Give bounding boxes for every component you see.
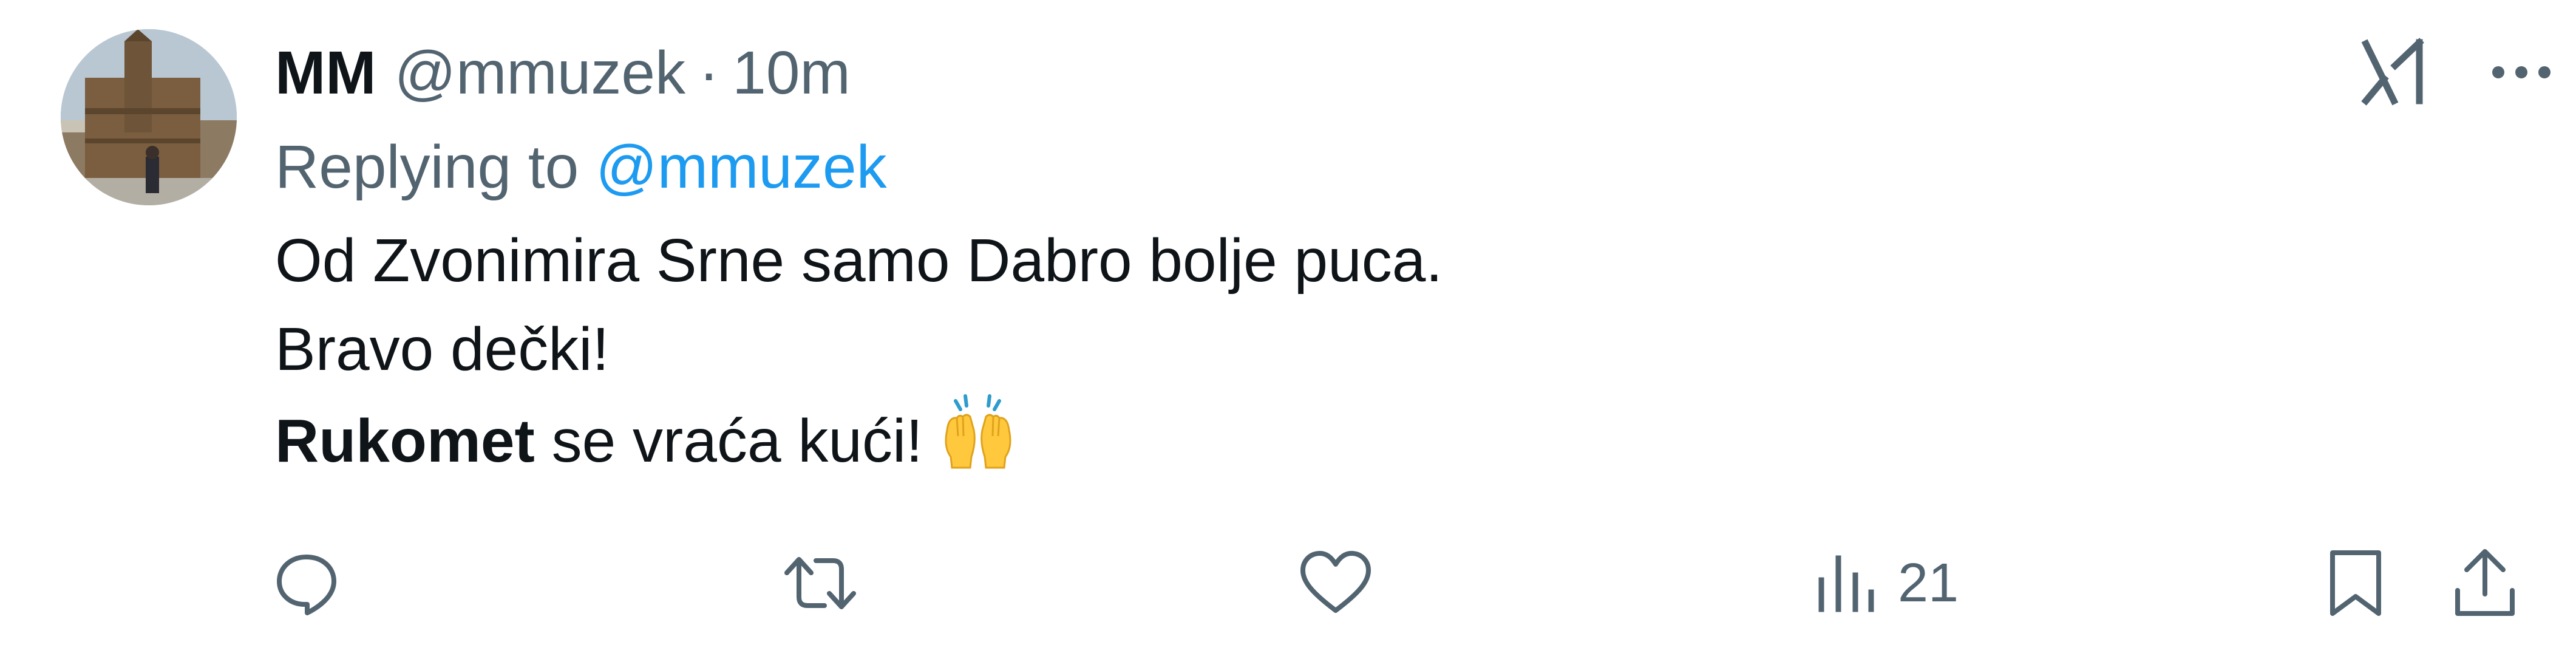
views-count: 21 <box>1898 552 1959 613</box>
more-options-button[interactable] <box>2491 63 2552 81</box>
repost-button[interactable] <box>781 541 860 626</box>
reply-icon <box>277 555 336 615</box>
views-button[interactable]: 21 <box>1815 541 1959 626</box>
share-button[interactable] <box>2452 541 2518 626</box>
tweet-content: MM @mmuzek · 10m Replying to @mmuzek Od … <box>275 24 2521 482</box>
grok-icon <box>2361 38 2424 106</box>
display-name[interactable]: MM <box>275 43 376 103</box>
replying-to-link[interactable]: @mmuzek <box>596 132 886 202</box>
tweet-text-line: Rukomet se vraća kući! <box>275 394 2521 482</box>
tweet[interactable]: MM @mmuzek · 10m Replying to @mmuzek Od … <box>0 0 2576 656</box>
replying-to-label: Replying to <box>275 132 579 201</box>
bookmark-icon <box>2330 550 2381 616</box>
more-icon <box>2492 66 2551 78</box>
like-icon <box>1300 551 1371 613</box>
timestamp[interactable]: 10m <box>732 43 851 103</box>
tweet-text-rest: se vraća kući! <box>534 407 923 475</box>
tweet-actions: 21 <box>267 541 2562 626</box>
tweet-text: Od Zvonimira Srne samo Dabro bolje puca.… <box>275 216 2521 482</box>
replying-to: Replying to @mmuzek <box>275 121 2521 213</box>
reply-button[interactable] <box>273 541 340 626</box>
like-button[interactable] <box>1299 541 1372 626</box>
repost-icon <box>784 557 856 609</box>
share-icon <box>2455 549 2515 616</box>
grok-button[interactable] <box>2359 36 2430 108</box>
tweet-header: MM @mmuzek · 10m <box>275 24 2521 121</box>
tweet-text-line: Od Zvonimira Srne samo Dabro bolje puca. <box>275 227 1443 295</box>
avatar[interactable] <box>61 29 237 205</box>
tweet-text-line: Bravo dečki! <box>275 315 610 383</box>
views-icon <box>1818 555 1874 612</box>
separator-dot: · <box>698 39 719 107</box>
bold-hashtag-text[interactable]: Rukomet <box>275 407 535 475</box>
raising-hands-emoji <box>945 394 1011 469</box>
user-handle[interactable]: @mmuzek <box>395 43 685 103</box>
bookmark-button[interactable] <box>2325 541 2386 626</box>
tweet-top-actions <box>2359 36 2552 108</box>
avatar-photo <box>61 29 237 205</box>
